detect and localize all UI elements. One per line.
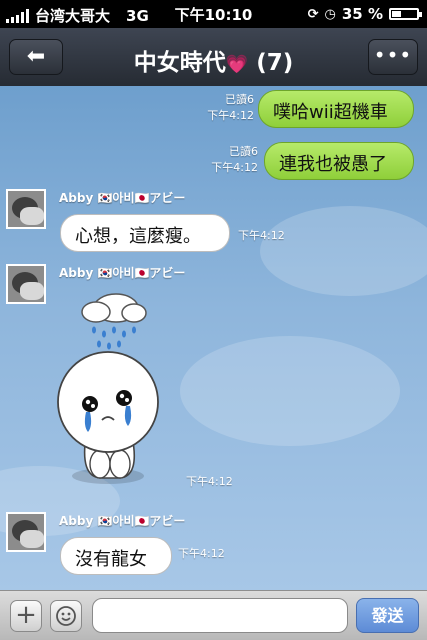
crying-moon-sticker[interactable] xyxy=(50,286,170,496)
battery-icon xyxy=(389,8,422,20)
sticker-image xyxy=(57,293,159,484)
status-bar: 台湾大哥大 3G 下午10:10 ⟳ ◷ 35 % xyxy=(0,0,427,28)
alarm-icon: ◷ xyxy=(324,6,336,22)
message-time: 下午4:12 xyxy=(207,109,254,122)
message-meta: 已讀6 下午4:12 xyxy=(180,144,258,176)
background-cloud xyxy=(260,206,427,296)
chat-title: 中女時代💗 (7) xyxy=(0,43,427,77)
sender-name: Abby 🇰🇷아비🇯🇵アビー xyxy=(59,191,186,205)
nav-bar: ⬅ 中女時代💗 (7) ••• xyxy=(0,28,427,87)
rotation-lock-icon: ⟳ xyxy=(307,6,319,22)
group-name: 中女時代 xyxy=(133,50,226,76)
message-meta: 已讀6 下午4:12 xyxy=(180,92,254,124)
message-text: 噗哈wii超機車 xyxy=(273,102,388,123)
sticker-button[interactable] xyxy=(50,600,82,632)
message-time: 下午4:12 xyxy=(238,229,285,242)
avatar[interactable] xyxy=(6,264,46,304)
message-time: 下午4:12 xyxy=(186,475,233,488)
send-button[interactable]: 發送 xyxy=(356,598,419,633)
received-message-bubble[interactable]: 心想，這麼瘦。 xyxy=(60,214,230,252)
avatar[interactable] xyxy=(6,189,46,229)
plus-icon: + xyxy=(15,600,37,630)
heart-icon: 💗 xyxy=(225,54,249,75)
input-bar: + 發送 xyxy=(0,590,427,640)
received-message-bubble[interactable]: 沒有龍女 xyxy=(60,537,172,575)
background-cloud xyxy=(180,336,400,446)
message-input[interactable] xyxy=(92,598,348,633)
message-text: 沒有龍女 xyxy=(75,549,147,570)
message-time: 下午4:12 xyxy=(211,161,258,174)
smiley-icon xyxy=(56,606,76,626)
sent-message-bubble[interactable]: 連我也被愚了 xyxy=(264,142,414,180)
more-icon: ••• xyxy=(373,43,413,67)
message-text: 連我也被愚了 xyxy=(279,154,387,175)
sent-message-bubble[interactable]: 噗哈wii超機車 xyxy=(258,90,414,128)
chat-area[interactable]: 已讀6 下午4:12 噗哈wii超機車 已讀6 下午4:12 連我也被愚了 Ab… xyxy=(0,86,427,590)
avatar[interactable] xyxy=(6,512,46,552)
sender-name: Abby 🇰🇷아비🇯🇵アビー xyxy=(59,514,186,528)
read-receipt: 已讀6 xyxy=(229,145,258,158)
message-text: 心想，這麼瘦。 xyxy=(75,226,201,247)
message-time: 下午4:12 xyxy=(178,547,225,560)
add-attachment-button[interactable]: + xyxy=(10,600,42,632)
battery-percent: 35 % xyxy=(341,5,383,23)
read-receipt: 已讀6 xyxy=(225,93,254,106)
member-count: (7) xyxy=(256,50,294,76)
more-options-button[interactable]: ••• xyxy=(368,39,418,75)
sender-name: Abby 🇰🇷아비🇯🇵アビー xyxy=(59,266,186,280)
